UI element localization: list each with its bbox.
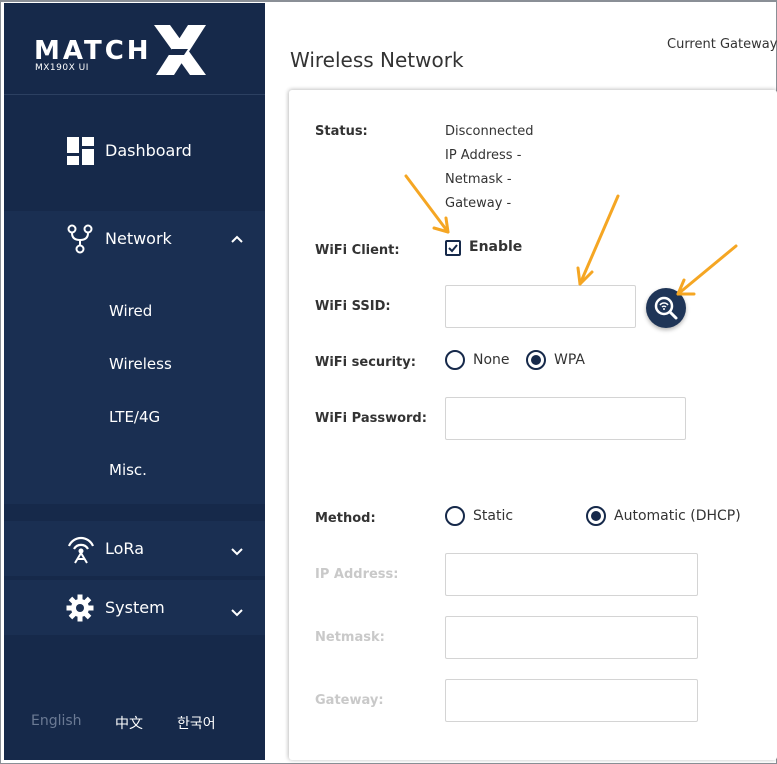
wifi-password-field[interactable] xyxy=(445,397,686,440)
sidebar-item-dashboard[interactable]: Dashboard xyxy=(4,123,265,178)
ip-address-field[interactable] xyxy=(445,553,698,596)
network-icon xyxy=(67,224,93,253)
sidebar-item-wired[interactable]: Wired xyxy=(109,302,152,320)
annotation-arrow-ssid xyxy=(576,194,620,286)
ip-address-input[interactable] xyxy=(446,554,697,595)
lora-antenna-icon xyxy=(67,536,95,564)
method-dhcp-label[interactable]: Automatic (DHCP) xyxy=(614,508,741,524)
sidebar-item-label: LoRa xyxy=(105,539,144,558)
status-ip-address: IP Address - xyxy=(445,148,522,163)
security-none-label[interactable]: None xyxy=(473,352,510,368)
lang-chinese[interactable]: 中文 xyxy=(115,713,143,733)
wifi-ssid-field[interactable] xyxy=(445,285,636,328)
sidebar-item-label: Network xyxy=(105,229,172,248)
sidebar-item-network[interactable]: Network xyxy=(4,211,265,266)
lang-english[interactable]: English xyxy=(31,713,82,729)
brand-name: MATCH xyxy=(34,36,152,66)
annotation-arrow-checkbox xyxy=(404,174,450,234)
page-title: Wireless Network xyxy=(290,48,464,72)
wifi-security-label: WiFi security: xyxy=(315,355,416,370)
network-submenu: Wired Wireless LTE/4G Misc. xyxy=(4,266,265,504)
sidebar-item-system[interactable]: System xyxy=(4,580,265,635)
method-label: Method: xyxy=(315,511,376,526)
gear-icon xyxy=(66,594,94,621)
security-wpa-label[interactable]: WPA xyxy=(554,352,585,368)
netmask-field[interactable] xyxy=(445,616,698,659)
brand-subtitle: MX190X UI xyxy=(35,63,89,73)
sidebar-item-label: Dashboard xyxy=(105,141,192,160)
chevron-down-icon xyxy=(231,548,243,556)
wifi-password-input[interactable] xyxy=(446,398,685,439)
method-dhcp-radio[interactable] xyxy=(586,506,606,526)
wifi-password-label: WiFi Password: xyxy=(315,411,427,426)
dashboard-icon xyxy=(67,136,94,165)
chevron-down-icon xyxy=(231,609,243,617)
chevron-up-icon xyxy=(231,235,243,243)
status-label: Status: xyxy=(315,124,368,139)
security-wpa-radio[interactable] xyxy=(526,350,546,370)
sidebar-item-wireless[interactable]: Wireless xyxy=(109,355,172,373)
checkmark-icon xyxy=(448,244,458,253)
sidebar-item-misc[interactable]: Misc. xyxy=(109,461,147,479)
annotation-arrow-scan xyxy=(676,244,738,296)
wifi-client-label: WiFi Client: xyxy=(315,243,400,258)
sidebar-item-label: System xyxy=(105,598,165,617)
current-gateway-label: Current Gateway xyxy=(667,37,777,52)
gateway-field[interactable] xyxy=(445,679,698,722)
wifi-client-checkbox[interactable] xyxy=(445,240,461,256)
netmask-input[interactable] xyxy=(446,617,697,658)
wifi-ssid-label: WiFi SSID: xyxy=(315,299,391,314)
security-none-radio[interactable] xyxy=(445,350,465,370)
netmask-label: Netmask: xyxy=(315,630,385,645)
brand-x-icon xyxy=(154,25,206,75)
wifi-ssid-input[interactable] xyxy=(446,286,635,327)
sidebar-item-lora[interactable]: LoRa xyxy=(4,521,265,576)
method-static-label[interactable]: Static xyxy=(473,508,513,524)
gateway-input[interactable] xyxy=(446,680,697,721)
sidebar-item-lte[interactable]: LTE/4G xyxy=(109,408,160,426)
gateway-label: Gateway: xyxy=(315,693,384,708)
sidebar: MATCH MX190X UI Dashboard Network Wired xyxy=(4,3,265,760)
lang-korean[interactable]: 한국어 xyxy=(177,713,216,733)
ip-address-label: IP Address: xyxy=(315,567,399,582)
wifi-client-enable-label[interactable]: Enable xyxy=(469,239,522,255)
method-static-radio[interactable] xyxy=(445,506,465,526)
status-value: Disconnected xyxy=(445,124,534,139)
brand-logo: MATCH MX190X UI xyxy=(4,3,265,95)
